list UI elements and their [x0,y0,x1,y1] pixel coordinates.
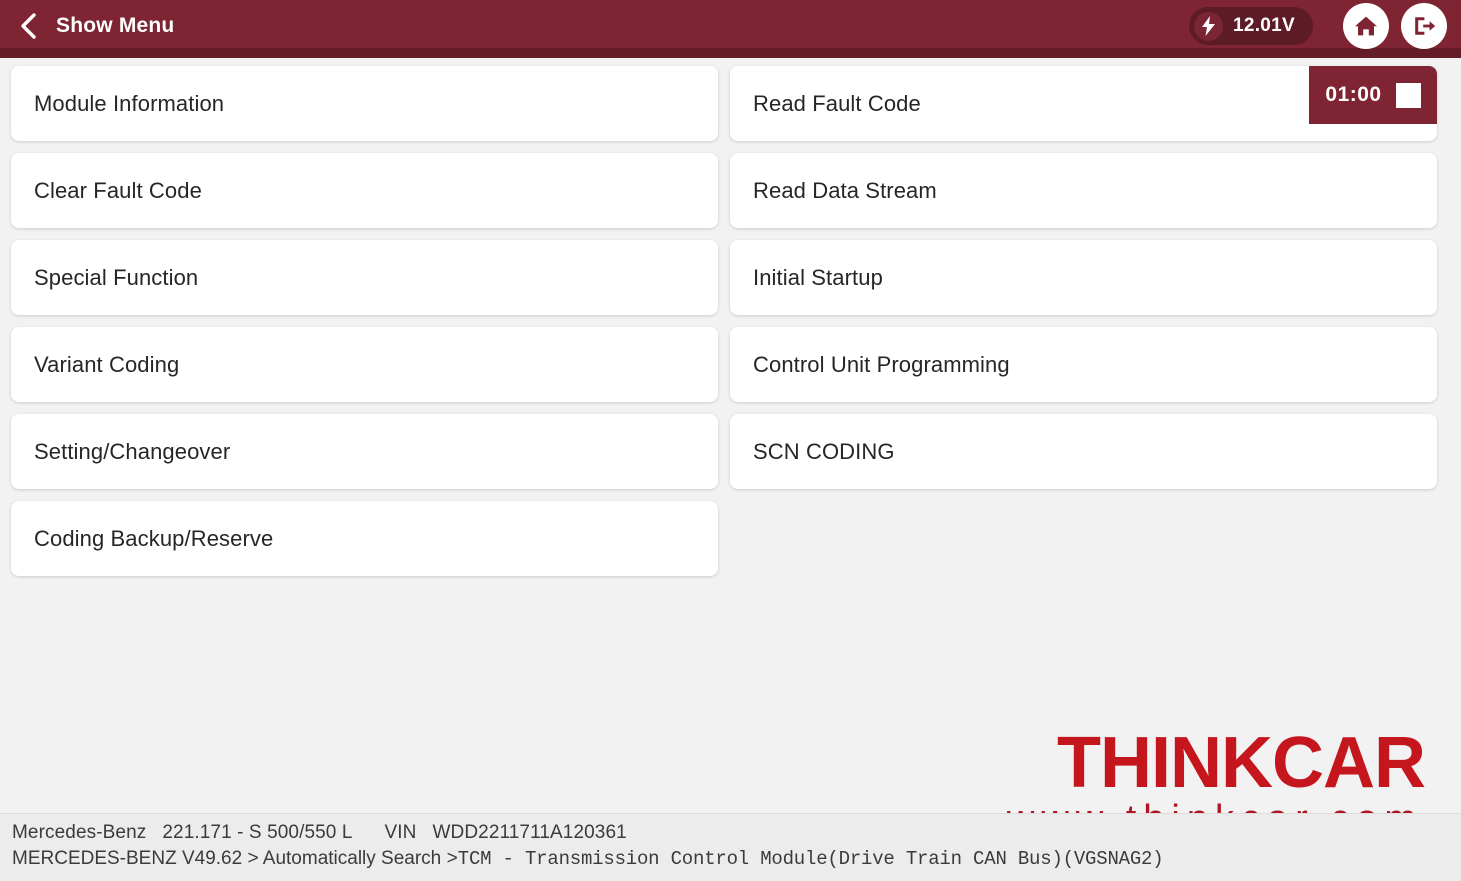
exit-icon [1415,17,1436,35]
menu-item-label: Clear Fault Code [34,177,202,203]
brand-logo-text: THINKCAR [1057,722,1426,803]
vin-label: VIN [384,822,417,843]
header-left-group: Show Menu [16,11,174,41]
diagnostic-path-line: MERCEDES-BENZ V49.62 > Automatically Sea… [12,848,1461,870]
vehicle-make: Mercedes-Benz [12,822,147,843]
menu-item-module-information[interactable]: Module Information [11,66,718,141]
menu-item-clear-fault-code[interactable]: Clear Fault Code [11,153,718,228]
vehicle-model: 221.171 - S 500/550 L [162,822,353,843]
menu-item-scn-coding[interactable]: SCN CODING [730,414,1437,489]
menu-item-setting-changeover[interactable]: Setting/Changeover [11,414,718,489]
back-button[interactable] [16,11,42,41]
menu-grid: Module Information Clear Fault Code Spec… [0,66,1461,796]
lightning-bolt-icon [1201,16,1215,36]
menu-item-label: Coding Backup/Reserve [34,525,274,551]
voltage-value: 12.01V [1232,15,1295,36]
menu-item-label: Special Function [34,264,199,290]
menu-item-label: Read Fault Code [753,90,921,116]
home-button[interactable] [1343,3,1389,49]
timer-value: 01:00 [1325,83,1382,106]
vin-value: WDD2211711A120361 [432,822,627,843]
page-title: Show Menu [56,14,175,37]
menu-item-label: Variant Coding [34,351,180,377]
menu-item-label: Control Unit Programming [753,351,1010,377]
app-header: Show Menu 12.01V [0,0,1461,58]
menu-item-special-function[interactable]: Special Function [11,240,718,315]
menu-item-variant-coding[interactable]: Variant Coding [11,327,718,402]
menu-item-label: Read Data Stream [753,177,937,203]
menu-item-label: Module Information [34,90,225,116]
home-icon [1355,16,1377,36]
menu-item-read-fault-code[interactable]: Read Fault Code 01:00 [730,66,1437,141]
menu-column-left: Module Information Clear Fault Code Spec… [11,66,718,588]
menu-column-right: Read Fault Code 01:00 Read Data Stream I… [730,66,1437,501]
chevron-left-icon [21,13,36,39]
menu-item-label: Setting/Changeover [34,438,231,464]
vehicle-summary-line: Mercedes-Benz 221.171 - S 500/550 L VIN WDD… [12,822,1461,844]
timer-badge[interactable]: 01:00 [1309,66,1437,124]
bolt-icon-wrapper [1193,11,1223,41]
header-right-group: 12.01V [1188,3,1447,49]
voltage-badge[interactable]: 12.01V [1188,7,1313,45]
menu-item-read-data-stream[interactable]: Read Data Stream [730,153,1437,228]
diagnostic-path-module: >TCM - Transmission Control Module(Drive… [446,848,1164,870]
vehicle-info-footer: Mercedes-Benz 221.171 - S 500/550 L VIN WDD… [0,813,1461,881]
menu-item-label: SCN CODING [753,438,895,464]
menu-item-label: Initial Startup [753,264,883,290]
menu-item-initial-startup[interactable]: Initial Startup [730,240,1437,315]
stop-square-icon[interactable] [1395,82,1421,108]
menu-item-coding-backup-reserve[interactable]: Coding Backup/Reserve [11,501,718,576]
menu-item-control-unit-programming[interactable]: Control Unit Programming [730,327,1437,402]
exit-button[interactable] [1401,3,1447,49]
diagnostic-path-prefix: MERCEDES-BENZ V49.62 > Automatically Sea… [12,848,447,869]
